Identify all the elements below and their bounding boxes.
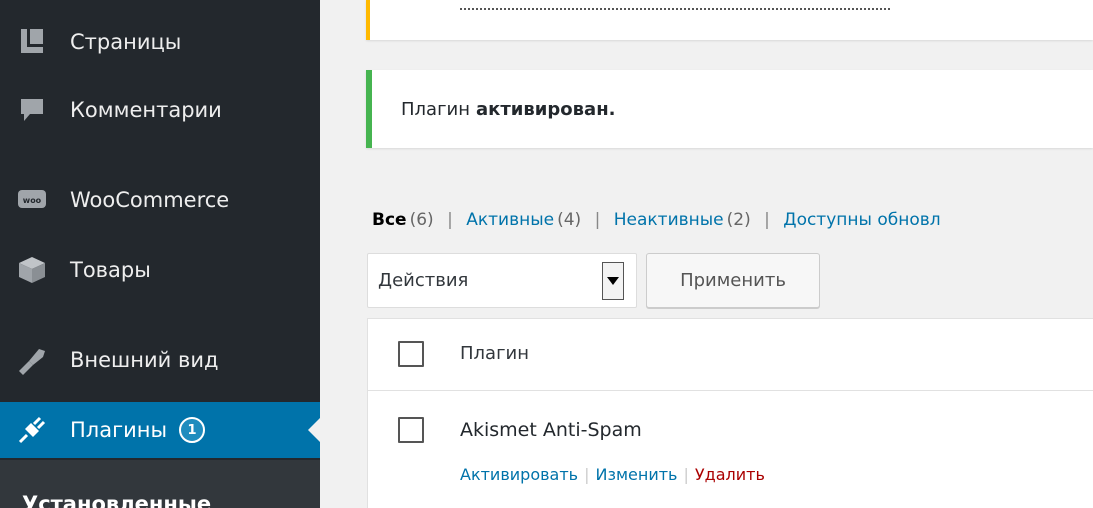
- bulk-actions-select[interactable]: Действия: [367, 253, 637, 308]
- update-count-badge: 1: [179, 417, 206, 443]
- filter-inactive-count: (2): [726, 210, 751, 230]
- pages-icon: [14, 24, 50, 60]
- comments-icon: [14, 92, 50, 128]
- menu-item-comments[interactable]: Комментарии: [0, 82, 320, 138]
- filter-inactive[interactable]: Неактивные: [614, 210, 724, 230]
- menu-item-label: Комментарии: [70, 98, 222, 122]
- row-checkbox[interactable]: [398, 417, 424, 443]
- table-row: Akismet Anti-Spam Активировать | Изменить |…: [368, 391, 1093, 508]
- filter-updates[interactable]: Доступны обновл: [783, 210, 940, 230]
- table-header: Плагин: [368, 319, 1093, 391]
- notice-message-bold: активирован.: [476, 98, 616, 120]
- plugins-submenu: Установленные: [0, 460, 320, 508]
- activate-link[interactable]: Активировать: [460, 465, 578, 484]
- filter-separator: |: [594, 210, 601, 230]
- edit-link[interactable]: Изменить: [595, 465, 677, 484]
- row-actions: Активировать | Изменить | Удалить: [460, 465, 765, 484]
- menu-item-label: Внешний вид: [70, 348, 219, 372]
- menu-item-label: Страницы: [70, 30, 182, 54]
- svg-text:woo: woo: [23, 196, 42, 205]
- plugins-table: Плагин Akismet Anti-Spam Активировать | Из…: [367, 318, 1093, 508]
- chevron-down-icon[interactable]: [602, 262, 624, 300]
- menu-item-label: Товары: [70, 258, 151, 282]
- filter-active-count: (4): [557, 210, 582, 230]
- plugins-icon: [14, 412, 50, 448]
- woocommerce-icon: woo: [14, 182, 50, 218]
- plugin-activated-notice: Плагин активирован.: [366, 70, 1093, 148]
- plugin-status-filters: Все (6) | Активные (4) | Неактивные (2) | Д…: [372, 210, 941, 230]
- notice-message: Плагин: [401, 98, 470, 120]
- submenu-item-installed[interactable]: Установленные: [22, 492, 211, 508]
- menu-item-pages[interactable]: Страницы: [0, 14, 320, 70]
- menu-item-label: Плагины: [70, 418, 168, 442]
- products-icon: [14, 252, 50, 288]
- delete-link[interactable]: Удалить: [695, 465, 765, 484]
- notice-text-cropped: [460, 2, 890, 10]
- bulk-actions-value: Действия: [378, 270, 469, 291]
- plugin-name: Akismet Anti-Spam: [460, 419, 642, 441]
- admin-sidebar: Страницы Комментарии woo WooCommerce Тов…: [0, 0, 320, 508]
- menu-item-appearance[interactable]: Внешний вид: [0, 332, 320, 388]
- appearance-icon: [14, 342, 50, 378]
- filter-all[interactable]: Все: [372, 210, 407, 230]
- menu-item-label: WooCommerce: [70, 188, 230, 212]
- select-all-checkbox[interactable]: [398, 341, 424, 367]
- filter-all-count: (6): [409, 210, 434, 230]
- filter-active[interactable]: Активные: [466, 210, 554, 230]
- filter-separator: |: [447, 210, 453, 230]
- menu-item-products[interactable]: Товары: [0, 242, 320, 298]
- apply-button[interactable]: Применить: [646, 253, 820, 308]
- menu-item-woocommerce[interactable]: woo WooCommerce: [0, 172, 320, 228]
- column-header-plugin[interactable]: Плагин: [460, 343, 529, 364]
- update-notice: [366, 0, 1093, 40]
- menu-item-plugins[interactable]: Плагины 1: [0, 402, 320, 458]
- filter-separator: |: [764, 210, 770, 230]
